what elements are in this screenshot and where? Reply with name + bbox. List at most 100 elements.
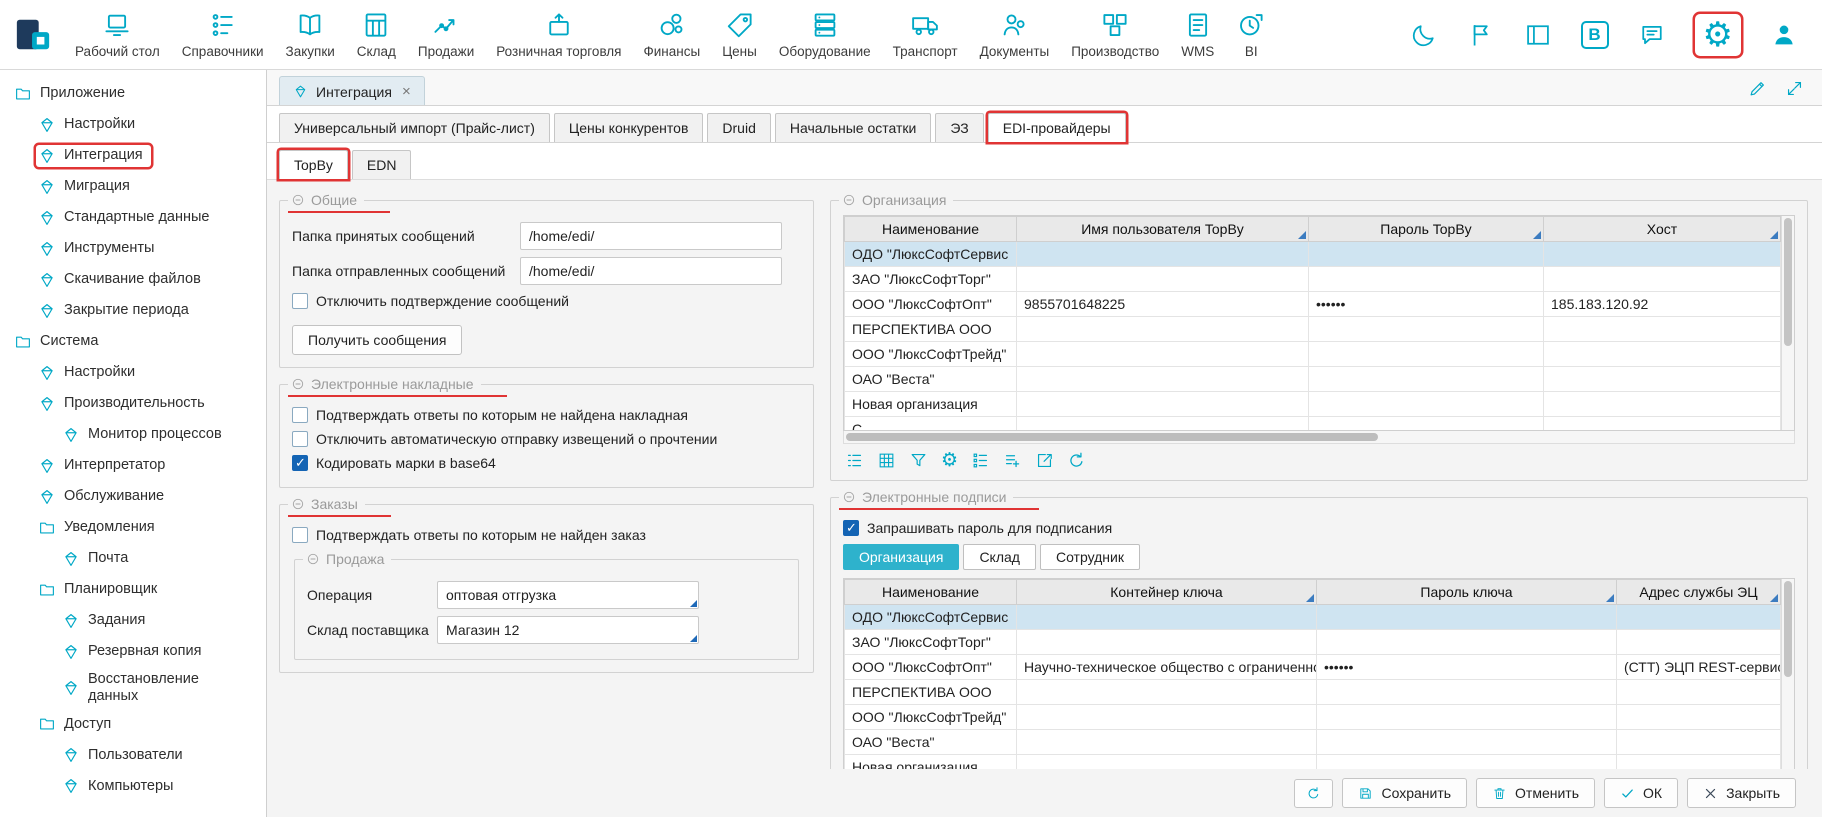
tree-item-content[interactable]: Восстановление данных	[60, 669, 258, 706]
name-cell[interactable]: ЗАО "ЛюксСофтТорг"	[845, 267, 1017, 292]
host-cell[interactable]	[1544, 367, 1781, 392]
checkbox[interactable]	[843, 520, 859, 536]
tree-item-content[interactable]: Пользователи	[60, 744, 191, 766]
name-cell[interactable]: ОДО "ЛюксСофтСервис	[845, 242, 1017, 267]
received-folder-input[interactable]: /home/edi/	[520, 222, 782, 250]
close-tab-icon[interactable]: ×	[402, 83, 411, 100]
ok-button[interactable]: ОК	[1604, 778, 1678, 808]
tree-item[interactable]: Восстановление данных	[0, 667, 266, 708]
scrollbar-thumb[interactable]	[1784, 581, 1792, 677]
checkbox[interactable]	[292, 293, 308, 309]
tree-item-content[interactable]: Миграция	[36, 176, 138, 198]
filter-icon[interactable]	[909, 451, 928, 470]
group-change-icon[interactable]	[845, 451, 864, 470]
tree-item-content[interactable]: Настройки	[36, 114, 143, 136]
container-cell[interactable]	[1017, 630, 1317, 655]
integration-tab[interactable]: EDI-провайдеры	[988, 113, 1126, 142]
organization-row[interactable]: ОДО "ЛюксСофтСервис	[845, 242, 1781, 267]
address-cell[interactable]	[1617, 730, 1781, 755]
topbar-item-wms[interactable]: WMS	[1170, 6, 1225, 63]
tree-item-content[interactable]: Настройки	[36, 362, 143, 384]
signature-row[interactable]: ПЕРСПЕКТИВА ООО	[845, 680, 1781, 705]
signature-row[interactable]: Новая организация	[845, 755, 1781, 770]
tree-item-content[interactable]: Стандартные данные	[36, 207, 217, 229]
password-cell[interactable]	[1317, 630, 1617, 655]
cancel-button[interactable]: Отменить	[1476, 778, 1595, 808]
b-badge-icon[interactable]: B	[1581, 21, 1609, 49]
tree-item[interactable]: Компьютеры	[0, 770, 266, 801]
user-cell[interactable]: 9855701648225	[1017, 292, 1309, 317]
name-cell[interactable]: ООО "ЛюксСофтОпт"	[845, 655, 1017, 680]
host-cell[interactable]: 185.183.120.92	[1544, 292, 1781, 317]
name-cell[interactable]: С	[845, 417, 1017, 431]
topbar-item-bi[interactable]: BI	[1225, 6, 1277, 63]
column-header-service-address[interactable]: Адрес службы ЭЦ	[1617, 580, 1781, 605]
flag-icon[interactable]	[1467, 21, 1495, 49]
address-cell[interactable]	[1617, 630, 1781, 655]
integration-tab[interactable]: Druid	[707, 113, 770, 142]
checkbox[interactable]	[292, 407, 308, 423]
password-cell[interactable]: ••••••	[1317, 655, 1617, 680]
organization-row[interactable]: Новая организация	[845, 392, 1781, 417]
tree-item[interactable]: Монитор процессов	[0, 419, 266, 450]
column-header-password[interactable]: Пароль TopBy	[1309, 217, 1544, 242]
supplier-warehouse-select[interactable]: Магазин 12	[437, 616, 699, 644]
container-cell[interactable]	[1017, 755, 1317, 770]
user-cell[interactable]	[1017, 392, 1309, 417]
topbar-item-sales[interactable]: Продажи	[407, 6, 485, 63]
tree-item-content[interactable]: Планировщик	[36, 579, 165, 601]
container-cell[interactable]	[1017, 705, 1317, 730]
tree-item[interactable]: Интеграция	[0, 140, 266, 171]
user-cell[interactable]	[1017, 267, 1309, 292]
organization-row[interactable]: ОАО "Веста"	[845, 367, 1781, 392]
organization-row[interactable]: ООО "ЛюксСофтТрейд"	[845, 342, 1781, 367]
container-cell[interactable]	[1017, 730, 1317, 755]
address-cell[interactable]	[1617, 680, 1781, 705]
topbar-item-references[interactable]: Справочники	[171, 6, 275, 63]
collapse-icon[interactable]	[842, 193, 856, 207]
topbar-item-production[interactable]: Производство	[1060, 6, 1170, 63]
tree-item-content[interactable]: Уведомления	[36, 517, 163, 539]
night-mode-icon[interactable]	[1410, 21, 1438, 49]
host-cell[interactable]	[1544, 267, 1781, 292]
signature-row[interactable]: ООО "ЛюксСофтТрейд"	[845, 705, 1781, 730]
name-cell[interactable]: Новая организация	[845, 392, 1017, 417]
tree-item-content[interactable]: Компьютеры	[60, 775, 181, 797]
name-cell[interactable]: ЗАО "ЛюксСофтТорг"	[845, 630, 1017, 655]
topbar-item-retail[interactable]: Розничная торговля	[485, 6, 632, 63]
name-cell[interactable]: ОДО "ЛюксСофтСервис	[845, 605, 1017, 630]
organization-row[interactable]: ПЕРСПЕКТИВА ООО	[845, 317, 1781, 342]
tree-item[interactable]: Инструменты	[0, 233, 266, 264]
tree-item-content[interactable]: Скачивание файлов	[36, 269, 209, 291]
user-cell[interactable]	[1017, 317, 1309, 342]
checkbox-row[interactable]: Подтверждать ответы по которым не найден…	[292, 527, 801, 543]
tree-item-content[interactable]: Доступ	[36, 713, 119, 735]
tree-item-content[interactable]: Задания	[60, 610, 153, 632]
user-cell[interactable]	[1017, 417, 1309, 431]
app-logo[interactable]	[10, 12, 56, 58]
checkbox[interactable]	[292, 455, 308, 471]
horizontal-scrollbar[interactable]	[843, 431, 1795, 444]
tree-item-content[interactable]: Производительность	[36, 393, 213, 415]
tree-item[interactable]: Планировщик	[0, 574, 266, 605]
password-cell[interactable]: ••••••	[1309, 292, 1544, 317]
collapse-icon[interactable]	[291, 497, 305, 511]
name-cell[interactable]: ОАО "Веста"	[845, 367, 1017, 392]
password-cell[interactable]	[1317, 755, 1617, 770]
tree-item[interactable]: Интерпретатор	[0, 450, 266, 481]
tree-item-content[interactable]: Почта	[60, 548, 136, 570]
name-cell[interactable]: ОАО "Веста"	[845, 730, 1017, 755]
tree-item[interactable]: Обслуживание	[0, 481, 266, 512]
user-cell[interactable]	[1017, 342, 1309, 367]
refresh-grid-icon[interactable]	[1067, 451, 1086, 470]
topbar-item-warehouse[interactable]: Склад	[346, 6, 407, 63]
column-header-user[interactable]: Имя пользователя TopBy	[1017, 217, 1309, 242]
save-button[interactable]: Сохранить	[1342, 778, 1467, 808]
notes-icon[interactable]	[1638, 21, 1666, 49]
password-cell[interactable]	[1309, 392, 1544, 417]
password-cell[interactable]	[1309, 417, 1544, 431]
topbar-item-finance[interactable]: Финансы	[633, 6, 712, 63]
password-cell[interactable]	[1309, 242, 1544, 267]
signature-row[interactable]: ОАО "Веста"	[845, 730, 1781, 755]
column-header-key-password[interactable]: Пароль ключа	[1317, 580, 1617, 605]
